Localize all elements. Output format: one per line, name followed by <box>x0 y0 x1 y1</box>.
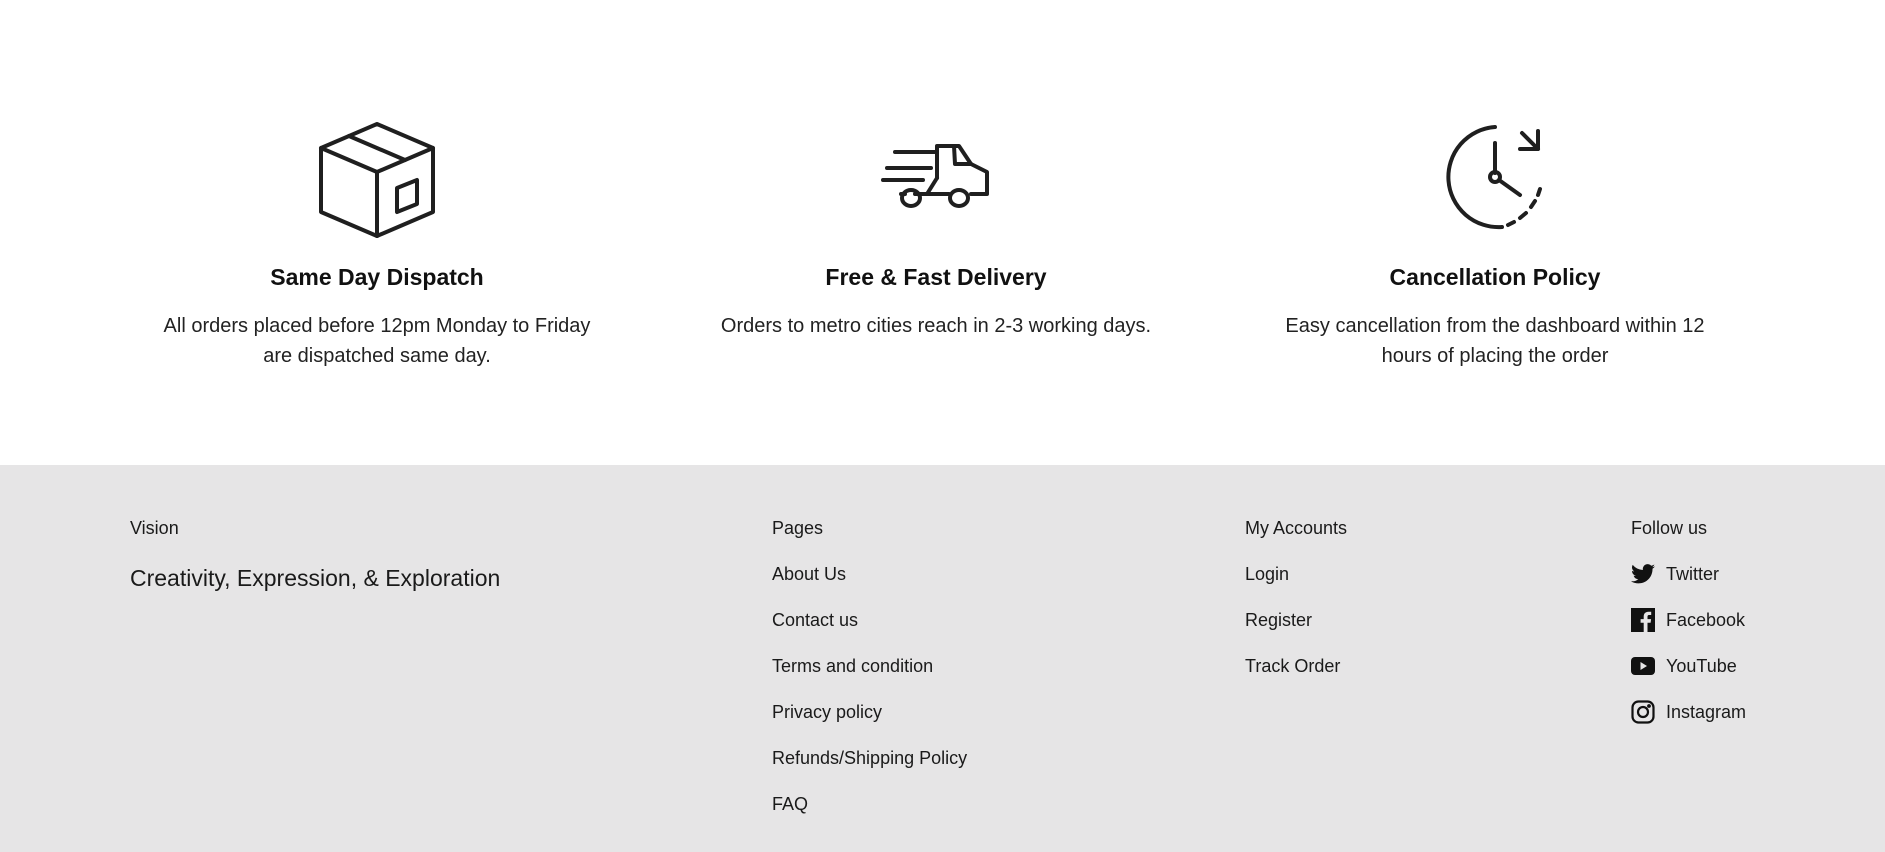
facebook-icon <box>1631 608 1655 632</box>
footer-vision-column: Vision Creativity, Expression, & Explora… <box>130 517 500 592</box>
footer-link-terms[interactable]: Terms and condition <box>772 655 967 677</box>
footer-link-track-order[interactable]: Track Order <box>1245 655 1347 677</box>
feature-title: Free & Fast Delivery <box>825 264 1047 290</box>
twitter-icon <box>1631 562 1655 586</box>
social-links: Twitter Facebook YouTube Instagram <box>1631 563 1747 724</box>
social-link-instagram[interactable]: Instagram <box>1631 700 1747 724</box>
youtube-icon <box>1631 654 1655 678</box>
footer-link-contact-us[interactable]: Contact us <box>772 609 967 631</box>
footer-link-login[interactable]: Login <box>1245 563 1347 585</box>
social-link-youtube[interactable]: YouTube <box>1631 655 1746 677</box>
package-box-icon <box>157 115 597 240</box>
footer-accounts-column: My Accounts Login Register Track Order <box>1245 517 1347 701</box>
accounts-links: Login Register Track Order <box>1245 563 1347 677</box>
social-link-label: Facebook <box>1666 610 1746 630</box>
pages-links: About Us Contact us Terms and condition … <box>772 563 967 815</box>
footer-social-column: Follow us Twitter Facebook YouTube Insta… <box>1631 517 1746 747</box>
social-link-twitter[interactable]: Twitter <box>1631 563 1746 585</box>
feature-cancellation-policy: Cancellation Policy Easy cancellation fr… <box>1275 115 1715 371</box>
footer-link-faq[interactable]: FAQ <box>772 793 967 815</box>
instagram-icon <box>1631 700 1655 724</box>
footer-pages-column: Pages About Us Contact us Terms and cond… <box>772 517 967 839</box>
footer: Vision Creativity, Expression, & Explora… <box>0 465 1885 852</box>
feature-description: Easy cancellation from the dashboard wit… <box>1285 315 1705 367</box>
social-link-label: Instagram <box>1666 702 1747 722</box>
footer-link-register[interactable]: Register <box>1245 609 1347 631</box>
footer-link-about-us[interactable]: About Us <box>772 563 967 585</box>
social-link-label: Twitter <box>1666 564 1720 584</box>
pages-heading: Pages <box>772 518 824 538</box>
feature-title: Same Day Dispatch <box>270 264 484 290</box>
feature-description: All orders placed before 12pm Monday to … <box>163 315 591 367</box>
feature-free-fast-delivery: Free & Fast Delivery Orders to metro cit… <box>716 115 1156 341</box>
features-section: Same Day Dispatch All orders placed befo… <box>0 0 1885 465</box>
footer-link-privacy[interactable]: Privacy policy <box>772 701 967 723</box>
clock-refresh-icon <box>1275 115 1715 240</box>
accounts-heading: My Accounts <box>1245 518 1348 538</box>
vision-heading: Vision <box>130 518 179 538</box>
feature-title: Cancellation Policy <box>1389 264 1601 290</box>
social-link-facebook[interactable]: Facebook <box>1631 608 1746 632</box>
feature-description: Orders to metro cities reach in 2-3 work… <box>720 315 1152 337</box>
social-heading: Follow us <box>1631 518 1708 538</box>
social-link-label: YouTube <box>1666 656 1737 676</box>
vision-tagline: Creativity, Expression, & Exploration <box>130 565 501 591</box>
feature-same-day-dispatch: Same Day Dispatch All orders placed befo… <box>157 115 597 371</box>
delivery-truck-icon <box>716 115 1156 240</box>
footer-link-refunds-shipping[interactable]: Refunds/Shipping Policy <box>772 747 967 769</box>
